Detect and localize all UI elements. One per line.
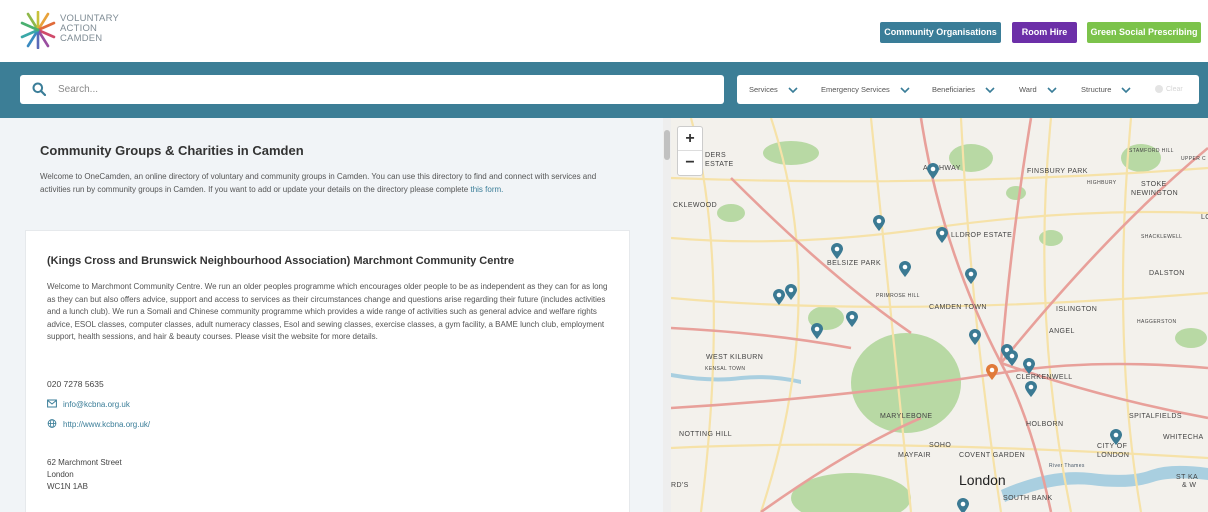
organisation-website-link[interactable]: http://www.kcbna.org.uk/ bbox=[47, 419, 150, 429]
search-box[interactable] bbox=[20, 75, 724, 104]
intro-text: Welcome to OneCamden, an online director… bbox=[40, 172, 597, 194]
map-pin-icon[interactable] bbox=[846, 311, 858, 327]
map-label: HIGHBURY bbox=[1087, 180, 1117, 186]
chevron-down-icon bbox=[1121, 87, 1132, 94]
map-label: SHACKLEWELL bbox=[1141, 234, 1183, 240]
chevron-down-icon bbox=[900, 87, 910, 94]
room-hire-button[interactable]: Room Hire bbox=[1012, 22, 1077, 43]
map-pin-icon[interactable] bbox=[965, 268, 977, 284]
form-link[interactable]: this form. bbox=[470, 185, 503, 194]
services-filter[interactable]: Services bbox=[749, 75, 798, 104]
map-label: SOHO bbox=[929, 442, 952, 449]
zoom-out-button[interactable]: − bbox=[678, 151, 702, 175]
map-view[interactable]: + − DERS ESTATE ARCHWAY FINSBURY PARK ST… bbox=[671, 118, 1208, 512]
map-label: & W bbox=[1182, 482, 1197, 489]
map-label: DALSTON bbox=[1149, 270, 1185, 277]
search-input[interactable] bbox=[58, 80, 708, 99]
scrollbar-thumb[interactable] bbox=[664, 130, 670, 160]
map-label: ANGEL bbox=[1049, 328, 1075, 335]
green-social-prescribing-button[interactable]: Green Social Prescribing bbox=[1087, 22, 1201, 43]
zoom-control: + − bbox=[677, 126, 703, 176]
map-pin-icon[interactable] bbox=[969, 329, 981, 345]
organisation-address: 62 Marchmont Street London WC1N 1AB bbox=[47, 458, 122, 491]
map-pin-icon[interactable] bbox=[811, 323, 823, 339]
globe-icon bbox=[47, 419, 57, 428]
map-label: STOKE bbox=[1141, 181, 1167, 188]
map-label: LLDROP ESTATE bbox=[951, 232, 1013, 239]
map-pin-icon[interactable] bbox=[1006, 350, 1018, 366]
map-label: DERS bbox=[705, 152, 727, 159]
organisation-card[interactable]: (Kings Cross and Brunswick Neighbourhood… bbox=[25, 230, 630, 512]
map-label: COVENT GARDEN bbox=[959, 452, 1026, 459]
map-label: PRIMROSE HILL bbox=[876, 293, 920, 299]
organisation-description: Welcome to Marchmont Community Centre. W… bbox=[47, 282, 608, 341]
zoom-in-button[interactable]: + bbox=[678, 127, 702, 151]
map-pin-icon[interactable] bbox=[873, 215, 885, 231]
page-title: Community Groups & Charities in Camden bbox=[40, 143, 304, 158]
map-label: STAMFORD HILL bbox=[1129, 148, 1174, 154]
emergency-services-filter[interactable]: Emergency Services bbox=[821, 75, 910, 104]
map-label: RD'S bbox=[671, 482, 689, 489]
map-label: NOTTING HILL bbox=[679, 431, 733, 438]
map-label: WHITECHA bbox=[1163, 434, 1204, 441]
map-pin-icon[interactable] bbox=[1110, 429, 1122, 445]
organisation-title[interactable]: (Kings Cross and Brunswick Neighbourhood… bbox=[47, 255, 514, 267]
beneficiaries-filter[interactable]: Beneficiaries bbox=[932, 75, 995, 104]
listing-panel: Community Groups & Charities in Camden W… bbox=[0, 118, 663, 512]
map-label: WEST KILBURN bbox=[706, 354, 764, 361]
map-label: CLERKENWELL bbox=[1016, 374, 1073, 381]
structure-filter[interactable]: Structure bbox=[1081, 75, 1132, 104]
map-label: UPPER C bbox=[1181, 156, 1207, 162]
envelope-icon bbox=[47, 399, 57, 408]
map-label: River Thames bbox=[1049, 463, 1085, 469]
map-pin-active-icon[interactable] bbox=[986, 364, 998, 380]
map-label: SPITALFIELDS bbox=[1129, 413, 1182, 420]
search-band: Services Emergency Services Beneficiarie… bbox=[0, 62, 1208, 118]
voluntary-action-camden-logo[interactable]: VOLUNTARY ACTION CAMDEN bbox=[20, 11, 150, 51]
logo-wordmark: VOLUNTARY ACTION CAMDEN bbox=[60, 13, 119, 44]
map-pin-icon[interactable] bbox=[1025, 381, 1037, 397]
map-label: BELSIZE PARK bbox=[827, 260, 882, 267]
clear-filters-button[interactable]: Clear bbox=[1155, 75, 1183, 104]
map-label: ST KA bbox=[1176, 474, 1199, 481]
map-pin-icon[interactable] bbox=[957, 498, 969, 512]
map-label: HOLBORN bbox=[1026, 421, 1064, 428]
map-pin-icon[interactable] bbox=[785, 284, 797, 300]
map-pin-icon[interactable] bbox=[1023, 358, 1035, 374]
map-label: MAYFAIR bbox=[898, 452, 932, 459]
map-label: ISLINGTON bbox=[1056, 306, 1098, 313]
map-label: MARYLEBONE bbox=[880, 413, 933, 420]
community-organisations-button[interactable]: Community Organisations bbox=[880, 22, 1001, 43]
map-label: HAGGERSTON bbox=[1137, 319, 1177, 325]
listing-scrollbar[interactable] bbox=[663, 118, 671, 512]
map-pin-icon[interactable] bbox=[773, 289, 785, 305]
map-pin-icon[interactable] bbox=[927, 163, 939, 179]
map-pin-icon[interactable] bbox=[936, 227, 948, 243]
map-pin-icon[interactable] bbox=[831, 243, 843, 259]
search-icon bbox=[32, 82, 46, 96]
map-label: CKLEWOOD bbox=[673, 202, 718, 209]
chevron-down-icon bbox=[788, 87, 798, 94]
logo-mark-icon bbox=[20, 11, 56, 49]
map-label: FINSBURY PARK bbox=[1027, 168, 1088, 175]
chevron-down-icon bbox=[985, 87, 995, 94]
organisation-email-link[interactable]: info@kcbna.org.uk bbox=[47, 399, 130, 409]
map-label: CAMDEN TOWN bbox=[929, 304, 987, 311]
site-header: VOLUNTARY ACTION CAMDEN Community Organi… bbox=[0, 0, 1208, 62]
chevron-down-icon bbox=[1047, 87, 1057, 94]
map-pin-icon[interactable] bbox=[899, 261, 911, 277]
ward-filter[interactable]: Ward bbox=[1019, 75, 1057, 104]
map-label: KENSAL TOWN bbox=[705, 366, 746, 372]
map-label: NEWINGTON bbox=[1131, 190, 1179, 197]
map-label: ESTATE bbox=[705, 161, 734, 168]
map-label-london: London bbox=[959, 472, 1006, 488]
clear-icon bbox=[1155, 85, 1163, 94]
map-label: LONDON bbox=[1097, 452, 1130, 459]
map-label: SOUTH BANK bbox=[1003, 495, 1053, 502]
filter-bar: Services Emergency Services Beneficiarie… bbox=[737, 75, 1199, 104]
map-label: LO bbox=[1201, 214, 1208, 221]
organisation-phone: 020 7278 5635 bbox=[47, 379, 104, 389]
